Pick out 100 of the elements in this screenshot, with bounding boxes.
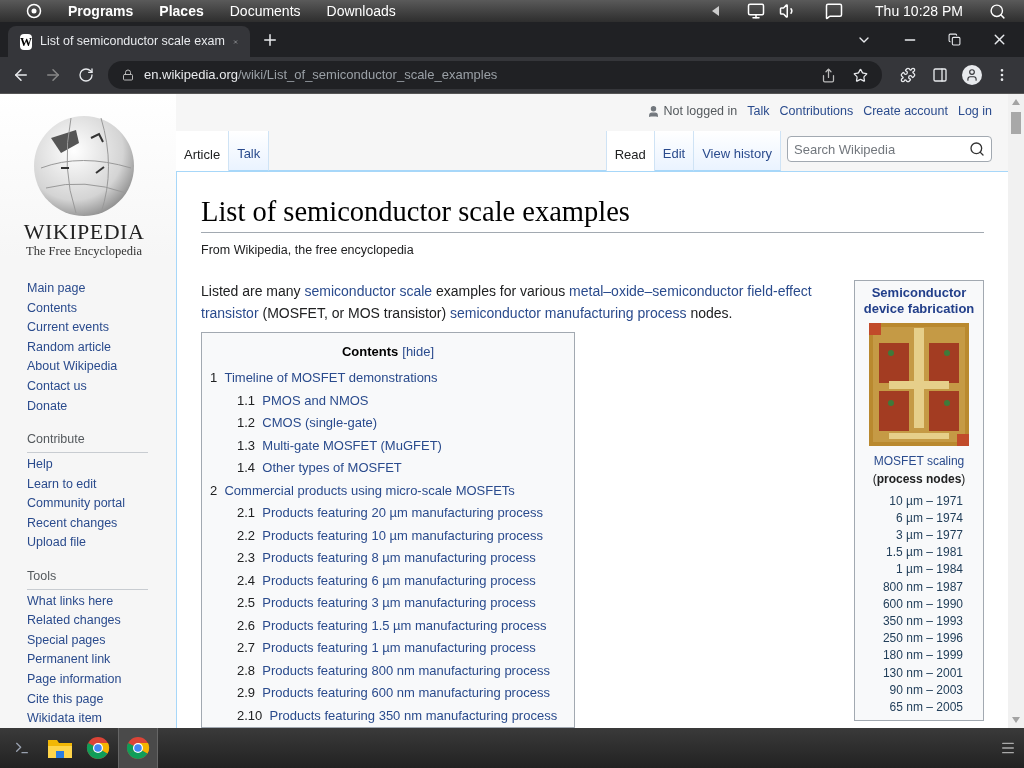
chrome-icon[interactable]: [86, 736, 110, 760]
user-link[interactable]: Contributions: [779, 102, 854, 122]
toc-entry[interactable]: 2.3 Products featuring 8 µm manufacturing process: [210, 547, 566, 570]
sidebar-link[interactable]: Learn to edit: [27, 474, 148, 495]
hide-link[interactable]: [hide]: [402, 341, 435, 361]
bookmark-star-icon[interactable]: [853, 67, 868, 83]
sidebar-link[interactable]: Contents: [27, 298, 148, 319]
folder-icon[interactable]: [47, 737, 73, 759]
toc-entry[interactable]: 2.4 Products featuring 6 µm manufacturing process: [210, 569, 566, 592]
user-icon: [646, 105, 660, 119]
login-status: Not logged in: [663, 103, 738, 121]
process-node[interactable]: 6 µm – 1974: [896, 509, 963, 527]
page-tab[interactable]: Read: [605, 130, 655, 171]
toc-entry[interactable]: 2.7 Products featuring 1 µm manufacturing process: [210, 637, 566, 660]
page-tab[interactable]: Article: [176, 130, 230, 171]
sidebar-link[interactable]: Page information: [27, 670, 148, 690]
sidebar-link[interactable]: Permanent link: [27, 650, 148, 670]
process-node[interactable]: 180 nm – 1999: [882, 647, 963, 665]
user-link[interactable]: Talk: [747, 102, 770, 122]
sidebar-link[interactable]: Random article: [27, 337, 148, 358]
process-node[interactable]: 65 nm – 2005: [889, 698, 963, 717]
article-link[interactable]: semiconductor scale: [304, 282, 433, 299]
profile-avatar[interactable]: [962, 65, 982, 85]
process-node[interactable]: 1.5 µm – 1981: [886, 544, 963, 562]
reload-icon[interactable]: [78, 67, 94, 83]
triangle-icon[interactable]: [712, 6, 720, 16]
search-field[interactable]: Search Wikipedia: [787, 136, 992, 163]
process-node[interactable]: 3 µm – 1977: [896, 526, 963, 545]
process-node[interactable]: 10 µm – 1971: [889, 492, 963, 510]
toc-entry[interactable]: 1.2 CMOS (single-gate): [210, 412, 566, 435]
panel-menu[interactable]: Downloads: [326, 0, 396, 22]
forward-icon[interactable]: [44, 66, 62, 84]
process-node[interactable]: 600 nm – 1990: [882, 595, 963, 613]
toc-entry[interactable]: 2.9 Products featuring 600 nm manufacturing process: [210, 682, 566, 705]
page-tab[interactable]: Edit: [654, 130, 695, 171]
toc-entry[interactable]: 2.2 Products featuring 10 µm manufacturing process: [210, 524, 566, 547]
search-icon[interactable]: [969, 141, 985, 158]
browser-tab[interactable]: W List of semiconductor scale exam: [8, 26, 250, 57]
sidebar-link[interactable]: What links here: [27, 591, 148, 612]
sidebar-link[interactable]: About Wikipedia: [27, 357, 148, 377]
user-link[interactable]: Create account: [863, 102, 948, 122]
infobox-link[interactable]: MOSFET scaling: [873, 451, 965, 470]
toc-entry[interactable]: 2.5 Products featuring 3 µm manufacturing process: [210, 592, 566, 615]
terminal-icon[interactable]: [14, 740, 30, 756]
panel-menu[interactable]: Documents: [229, 0, 301, 22]
toc-entry[interactable]: 2.1 Products featuring 20 µm manufacturing process: [210, 502, 566, 525]
side-panel-icon[interactable]: [932, 67, 948, 83]
process-node[interactable]: 350 nm – 1993: [882, 612, 963, 631]
network-icon[interactable]: [747, 2, 766, 20]
toc-entry[interactable]: 1.4 Other types of MOSFET: [210, 457, 566, 480]
chrome-icon[interactable]: [126, 736, 150, 760]
sidebar-link[interactable]: Donate: [27, 396, 148, 417]
menu-circle-icon[interactable]: [26, 3, 42, 19]
sidebar-link[interactable]: Upload file: [27, 533, 148, 553]
toc-entry[interactable]: 1.1 PMOS and NMOS: [210, 389, 566, 412]
search-icon[interactable]: [989, 2, 1006, 20]
clock[interactable]: Thu 10:28 PM: [875, 0, 963, 22]
process-node[interactable]: 90 nm – 2003: [889, 681, 963, 699]
article-tagline: From Wikipedia, the free encyclopedia: [201, 241, 415, 259]
article-link[interactable]: semiconductor manufacturing process: [449, 304, 687, 321]
toc-entry[interactable]: 1 Timeline of MOSFET demonstrations: [210, 367, 566, 390]
process-node[interactable]: 1 µm – 1984: [896, 561, 963, 579]
toc-entry[interactable]: 1.3 Multi-gate MOSFET (MuGFET): [210, 434, 566, 457]
page-tab[interactable]: View history: [694, 130, 781, 171]
user-link[interactable]: Log in: [957, 102, 992, 122]
article-link[interactable]: metal–oxide–semiconductor field-effect: [569, 282, 812, 299]
infobox-subtitle: (process nodes): [872, 470, 966, 488]
page-tab[interactable]: Talk: [229, 130, 270, 171]
scrollbar[interactable]: [1008, 94, 1024, 728]
process-node[interactable]: 250 nm – 1996: [882, 630, 963, 648]
article-link[interactable]: transistor: [201, 304, 259, 321]
sidebar-link[interactable]: Contact us: [27, 376, 148, 397]
toc-entry[interactable]: 2.6 Products featuring 1.5 µm manufacturing process: [210, 614, 566, 637]
sidebar-link[interactable]: Wikidata item: [27, 709, 148, 728]
wordmark[interactable]: WIKIPEDIA: [23, 220, 145, 244]
menu-icon[interactable]: [1000, 740, 1016, 756]
new-tab-icon[interactable]: [261, 31, 279, 49]
sidebar-link[interactable]: Cite this page: [27, 689, 148, 710]
toc-entry[interactable]: 2.8 Products featuring 800 nm manufacturing process: [210, 659, 566, 682]
sidebar-link[interactable]: Related changes: [27, 611, 148, 631]
panel-menu[interactable]: Programs: [68, 0, 134, 22]
restore-icon[interactable]: [948, 33, 961, 46]
sidebar-link[interactable]: Community portal: [27, 494, 148, 514]
scroll-thumb[interactable]: [1011, 112, 1021, 134]
sidebar-link[interactable]: Special pages: [27, 630, 148, 651]
address-bar[interactable]: en.wikipedia.org/wiki/List_of_semiconductor_scale_examples: [108, 61, 882, 89]
share-icon[interactable]: [821, 67, 836, 83]
extensions-icon[interactable]: [900, 67, 916, 83]
sidebar-link[interactable]: Main page: [27, 279, 148, 299]
infobox-title[interactable]: Semiconductor device fabrication: [855, 284, 983, 317]
sidebar-heading: Tools: [27, 566, 148, 590]
panel-menu[interactable]: Places: [159, 0, 204, 22]
toc-entry[interactable]: 2 Commercial products using micro-scale MOSFETs: [210, 479, 566, 502]
toc-entry[interactable]: 2.10 Products featuring 350 nm manufacturing process: [210, 704, 566, 727]
process-node[interactable]: 800 nm – 1987: [882, 578, 963, 596]
sidebar-link[interactable]: Recent changes: [27, 513, 148, 534]
process-node[interactable]: 130 nm – 2001: [882, 664, 963, 682]
back-icon[interactable]: [12, 66, 30, 84]
sidebar-link[interactable]: Current events: [27, 318, 148, 338]
sidebar-link[interactable]: Help: [27, 454, 148, 475]
